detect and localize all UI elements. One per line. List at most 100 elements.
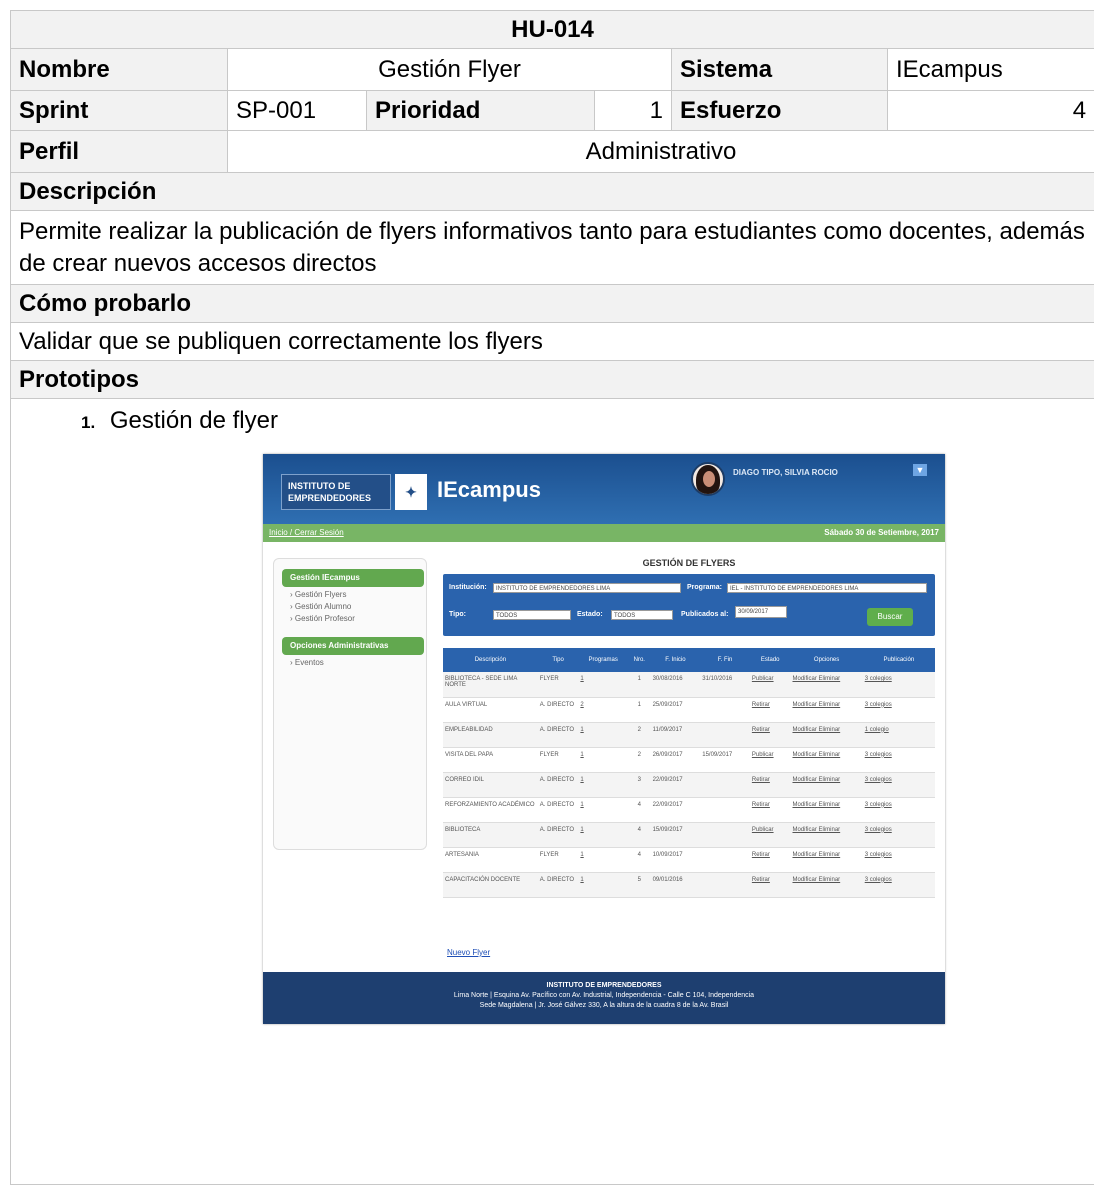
story-code: HU-014 — [9, 10, 1094, 49]
sidebar-item-flyers[interactable]: Gestión Flyers — [290, 590, 426, 599]
estado-select[interactable]: TODOS — [611, 610, 673, 620]
table-cell[interactable]: Publicar — [749, 822, 791, 848]
table-cell: 2 — [628, 722, 651, 748]
table-cell[interactable]: 1 — [578, 747, 629, 773]
table-cell[interactable]: Modificar Eliminar — [790, 772, 863, 798]
table-cell[interactable]: 3 colegios — [862, 697, 935, 723]
table-cell: 15/09/2017 — [650, 822, 701, 848]
table-cell — [700, 872, 750, 898]
esfuerzo-value: 4 — [886, 90, 1094, 131]
table-cell[interactable]: 2 — [578, 697, 629, 723]
table-cell — [700, 847, 750, 873]
table-cell[interactable]: 1 colegio — [862, 722, 935, 748]
programa-label: Programa: — [687, 584, 723, 591]
table-cell[interactable]: Retirar — [749, 772, 791, 798]
sidebar-item-alumno[interactable]: Gestión Alumno — [290, 602, 426, 611]
table-cell[interactable]: Modificar Eliminar — [790, 722, 863, 748]
table-cell[interactable]: 1 — [578, 772, 629, 798]
table-cell[interactable]: 3 colegios — [862, 847, 935, 873]
table-cell: 1 — [628, 672, 651, 698]
table-cell[interactable]: Modificar Eliminar — [790, 872, 863, 898]
table-row: CORREO IDIL A. DIRECTO 1 3 22/09/2017 Retirar… — [443, 772, 935, 798]
table-cell: A. DIRECTO — [537, 822, 579, 848]
table-cell — [700, 697, 750, 723]
table-cell[interactable]: 3 colegios — [862, 672, 935, 698]
flyers-table: Descripción Tipo Programas Nro. F. Inicio F. … — [443, 648, 935, 898]
table-cell: VISITA DEL PAPA — [443, 747, 538, 773]
institucion-select[interactable]: INSTITUTO DE EMPRENDEDORES LIMA — [493, 583, 681, 593]
table-cell[interactable]: Retirar — [749, 872, 791, 898]
table-cell[interactable]: Modificar Eliminar — [790, 747, 863, 773]
table-cell: 11/09/2017 — [650, 722, 701, 748]
table-row: REFORZAMIENTO ACADÉMICO A. DIRECTO 1 4 22/09… — [443, 797, 935, 823]
new-flyer-link[interactable]: Nuevo Flyer — [447, 948, 490, 957]
prototype-screenshot: INSTITUTO DE EMPRENDEDORES ✦ IEcampus DI… — [263, 454, 945, 1024]
table-row: BIBLIOTECA - SEDE LIMA NORTE FLYER 1 1 30/08… — [443, 672, 935, 698]
footer-line-2: Sede Magdalena | Jr. José Gálvez 330, A … — [479, 1002, 729, 1009]
avatar[interactable] — [691, 462, 725, 496]
table-cell[interactable]: Modificar Eliminar — [790, 697, 863, 723]
table-cell: 22/09/2017 — [650, 797, 701, 823]
sidebar-item-profesor[interactable]: Gestión Profesor — [290, 614, 426, 623]
table-cell[interactable]: Retirar — [749, 797, 791, 823]
table-cell[interactable]: 1 — [578, 822, 629, 848]
search-button[interactable]: Buscar — [867, 608, 913, 626]
descripcion-value: Permite realizar la publicación de flyer… — [9, 210, 1094, 285]
menu-icon[interactable]: ▼ — [913, 464, 927, 476]
table-cell: AULA VIRTUAL — [443, 697, 538, 723]
prioridad-value: 1 — [594, 90, 672, 131]
table-cell[interactable]: 3 colegios — [862, 747, 935, 773]
publicados-date-input[interactable]: 30/09/2017 — [735, 606, 787, 618]
sidebar: Gestión IEcampus Gestión Flyers Gestión … — [273, 558, 427, 850]
grid-header-cell: Opciones — [790, 648, 863, 672]
institute-logo: INSTITUTO DE EMPRENDEDORES — [281, 474, 391, 510]
programa-select[interactable]: IEL - INSTITUTO DE EMPRENDEDORES LIMA — [727, 583, 927, 593]
table-row: AULA VIRTUAL A. DIRECTO 2 1 25/09/2017 Retira… — [443, 697, 935, 723]
tipo-select[interactable]: TODOS — [493, 610, 571, 620]
table-row: CAPACITACIÓN DOCENTE A. DIRECTO 1 5 09/01/20… — [443, 872, 935, 898]
table-cell[interactable]: Publicar — [749, 747, 791, 773]
grid-header-cell: Programas — [578, 648, 629, 672]
grid-header-cell: Publicación — [862, 648, 935, 672]
table-cell[interactable]: Retirar — [749, 722, 791, 748]
table-cell[interactable]: Modificar Eliminar — [790, 847, 863, 873]
table-cell[interactable]: Retirar — [749, 847, 791, 873]
table-row: ARTESANIA FLYER 1 4 10/09/2017 Retirar Modific… — [443, 847, 935, 873]
table-cell: 25/09/2017 — [650, 697, 701, 723]
table-cell[interactable]: Modificar Eliminar — [790, 672, 863, 698]
table-cell[interactable]: 3 colegios — [862, 872, 935, 898]
table-cell[interactable]: 3 colegios — [862, 797, 935, 823]
grid-header-cell: F. Fin — [700, 648, 750, 672]
estado-label: Estado: — [577, 611, 603, 618]
table-cell[interactable]: 3 colegios — [862, 772, 935, 798]
sistema-value: IEcampus — [886, 48, 1094, 91]
table-cell[interactable]: 3 colegios — [862, 822, 935, 848]
sidebar-item-eventos[interactable]: Eventos — [290, 658, 426, 667]
table-cell: 10/09/2017 — [650, 847, 701, 873]
table-cell: A. DIRECTO — [537, 697, 579, 723]
table-cell[interactable]: Modificar Eliminar — [790, 797, 863, 823]
table-cell[interactable]: 1 — [578, 672, 629, 698]
app-header: INSTITUTO DE EMPRENDEDORES ✦ IEcampus DI… — [263, 454, 945, 524]
table-cell[interactable]: 1 — [578, 722, 629, 748]
sprint-label: Sprint — [10, 90, 228, 131]
grid-header-cell: Nro. — [628, 648, 651, 672]
table-cell: 4 — [628, 822, 651, 848]
table-cell[interactable]: 1 — [578, 872, 629, 898]
sidebar-heading-opciones: Opciones Administrativas — [282, 637, 424, 655]
table-cell[interactable]: Modificar Eliminar — [790, 822, 863, 848]
descripcion-label: Descripción — [9, 172, 1094, 211]
breadcrumb[interactable]: Inicio / Cerrar Sesión — [269, 528, 344, 537]
nombre-label: Nombre — [10, 48, 228, 91]
table-cell[interactable]: 1 — [578, 797, 629, 823]
table-cell: BIBLIOTECA — [443, 822, 538, 848]
sistema-label: Sistema — [671, 48, 888, 91]
table-cell[interactable]: Retirar — [749, 697, 791, 723]
table-cell[interactable]: 1 — [578, 847, 629, 873]
table-cell[interactable]: Publicar — [749, 672, 791, 698]
table-cell: 1 — [628, 697, 651, 723]
table-cell: A. DIRECTO — [537, 797, 579, 823]
table-cell: CORREO IDIL — [443, 772, 538, 798]
table-cell: 2 — [628, 747, 651, 773]
sidebar-heading-gestion: Gestión IEcampus — [282, 569, 424, 587]
